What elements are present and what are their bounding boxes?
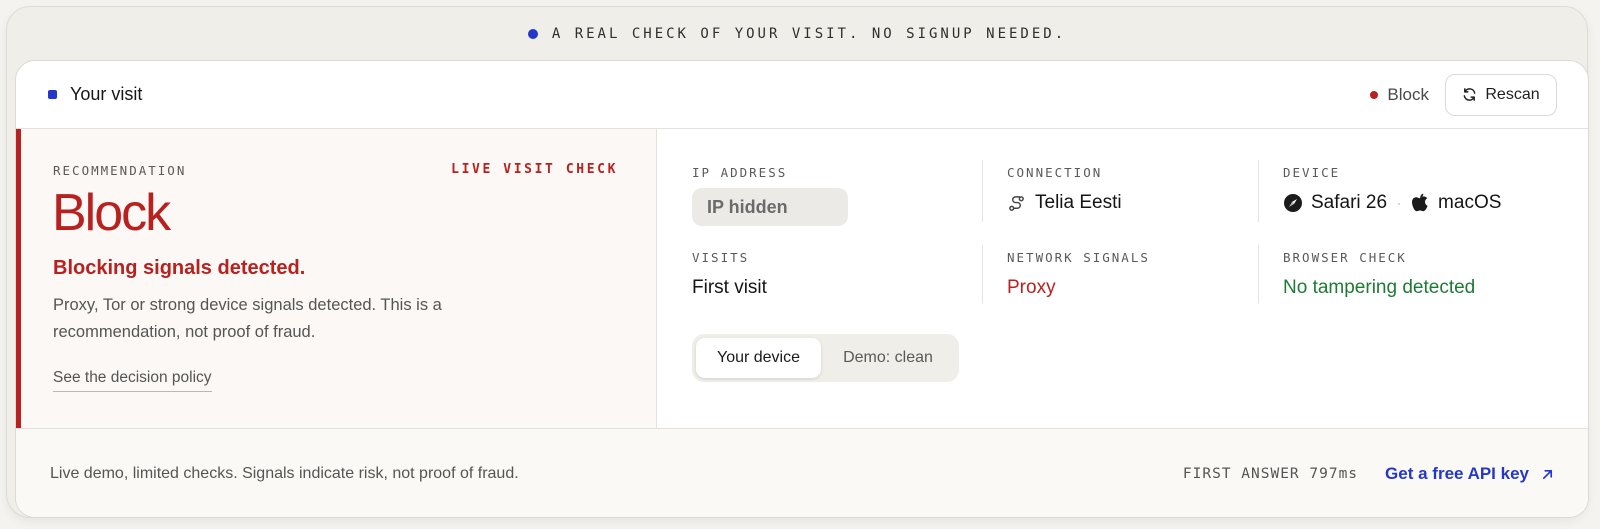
- status-badge: Block: [1370, 85, 1429, 105]
- compass-icon: [1284, 194, 1302, 212]
- apple-icon: [1412, 193, 1428, 212]
- card-title: Your visit: [70, 84, 143, 104]
- api-link-label: Get a free API key: [1385, 464, 1529, 483]
- signals-headline: Blocking signals detected.: [53, 257, 306, 279]
- os-text: macOS: [1438, 192, 1502, 213]
- connection-value: Telia Eesti: [1007, 192, 1122, 214]
- device-cell: DEVICE Safari 26 · macOS: [1283, 165, 1501, 214]
- verdict: Block: [52, 184, 171, 242]
- card-header: Your visit Block Rescan: [16, 61, 1588, 129]
- refresh-icon: [1463, 88, 1476, 101]
- banner-dot: [527, 29, 538, 39]
- recommendation-label: RECOMMENDATION: [53, 163, 187, 178]
- ip-label: IP ADDRESS: [692, 165, 788, 180]
- connection-cell: CONNECTION Telia Eesti: [1007, 165, 1122, 214]
- status-label: Block: [1387, 84, 1429, 104]
- arrow-up-right-icon: [1542, 469, 1553, 479]
- ip-cell: IP ADDRESS IP hidden: [692, 165, 848, 226]
- toggle-demo-clean[interactable]: Demo: clean: [821, 338, 955, 378]
- device-toggle: Your device Demo: clean: [692, 334, 959, 382]
- network-cell: NETWORK SIGNALS Proxy: [1007, 250, 1150, 299]
- get-api-key-link[interactable]: Get a free API key: [1385, 464, 1554, 484]
- decision-policy-link[interactable]: See the decision policy: [53, 369, 212, 392]
- top-banner: A REAL CHECK OF YOUR VISIT. NO SIGNUP NE…: [7, 7, 1587, 61]
- divider: [982, 245, 983, 303]
- card-footer: Live demo, limited checks. Signals indic…: [16, 428, 1588, 517]
- recommendation-panel: RECOMMENDATION LIVE VISIT CHECK Block Bl…: [16, 129, 657, 428]
- rescan-label: Rescan: [1485, 85, 1540, 103]
- first-answer-timing: FIRST ANSWER 797ms: [1182, 466, 1359, 482]
- browser-check-cell: BROWSER CHECK No tampering detected: [1283, 250, 1475, 299]
- divider: [982, 160, 983, 222]
- divider: [1258, 160, 1259, 222]
- connection-text: Telia Eesti: [1035, 192, 1122, 213]
- rescan-button[interactable]: Rescan: [1445, 73, 1557, 116]
- route-icon: [1009, 195, 1024, 211]
- device-separator: ·: [1397, 196, 1402, 210]
- divider: [1258, 245, 1259, 303]
- live-visit-badge: LIVE VISIT CHECK: [451, 162, 618, 177]
- browser-text: Safari 26: [1311, 192, 1388, 213]
- device-value: Safari 26 · macOS: [1283, 192, 1501, 214]
- connection-label: CONNECTION: [1007, 165, 1103, 180]
- visits-label: VISITS: [692, 250, 750, 265]
- widget-frame: A REAL CHECK OF YOUR VISIT. NO SIGNUP NE…: [6, 6, 1589, 518]
- details-panel: IP ADDRESS IP hidden CONNECTION Telia Ee…: [657, 129, 1588, 428]
- visit-card: Your visit Block Rescan RECOMMENDATION L…: [15, 60, 1589, 518]
- signals-description: Proxy, Tor or strong device signals dete…: [53, 296, 442, 341]
- device-label: DEVICE: [1283, 165, 1341, 180]
- footer-note: Live demo, limited checks. Signals indic…: [50, 465, 519, 482]
- network-label: NETWORK SIGNALS: [1007, 250, 1150, 265]
- banner-text: A REAL CHECK OF YOUR VISIT. NO SIGNUP NE…: [551, 26, 1067, 42]
- visits-value: First visit: [692, 277, 767, 298]
- visit-marker: [48, 90, 57, 99]
- browser-check-value: No tampering detected: [1283, 277, 1476, 298]
- network-value: Proxy: [1007, 277, 1056, 298]
- status-dot: [1370, 90, 1379, 99]
- toggle-your-device[interactable]: Your device: [696, 338, 821, 378]
- severity-bar: [16, 129, 21, 428]
- visits-cell: VISITS First visit: [692, 250, 767, 299]
- browser-check-label: BROWSER CHECK: [1283, 250, 1407, 265]
- ip-value: IP hidden: [692, 188, 848, 226]
